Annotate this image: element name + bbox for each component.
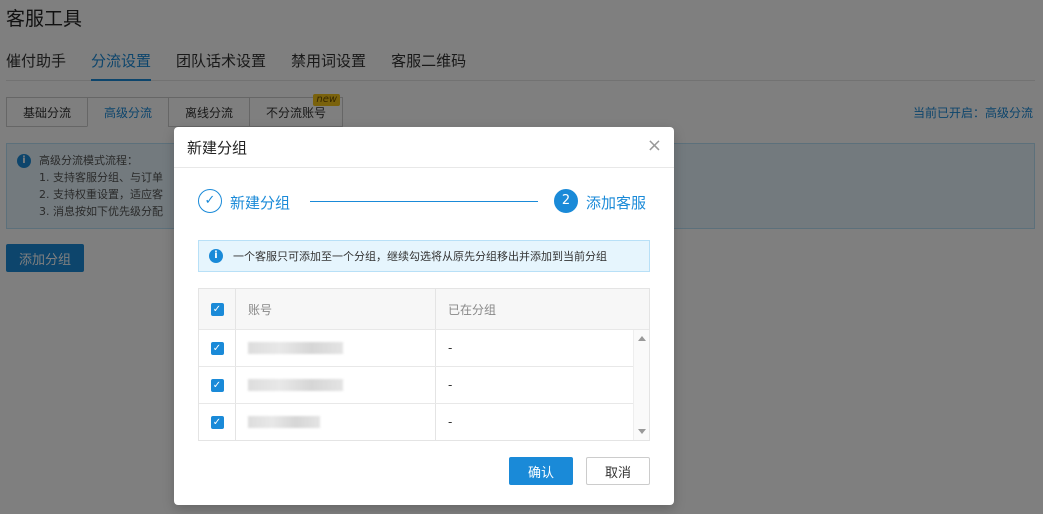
group-cell: - — [448, 341, 453, 355]
group-cell: - — [448, 378, 453, 392]
confirm-button[interactable]: 确认 — [509, 457, 573, 485]
check-icon: ✓ — [198, 189, 222, 213]
account-cell — [236, 367, 436, 403]
account-table: ✓ 账号 已在分组 ✓ - ✓ - ✓ - — [198, 288, 650, 441]
table-row: ✓ - — [199, 330, 649, 367]
steps: ✓ 新建分组 2 添加客服 — [198, 188, 650, 216]
step-1-label: 新建分组 — [230, 194, 291, 212]
redacted-account — [248, 416, 320, 428]
new-group-dialog: 新建分组 × ✓ 新建分组 2 添加客服 i 一个客服只可添加至一个分组，继续勾… — [174, 127, 674, 505]
group-cell: - — [448, 415, 453, 429]
table-row: ✓ - — [199, 367, 649, 404]
column-group: 已在分组 — [448, 302, 497, 317]
table-row: ✓ - — [199, 404, 649, 440]
table-scrollbar[interactable] — [633, 330, 649, 440]
notice-banner: i 一个客服只可添加至一个分组，继续勾选将从原先分组移出并添加到当前分组 — [198, 240, 650, 272]
redacted-account — [248, 342, 343, 354]
column-account: 账号 — [236, 289, 436, 329]
dialog-title: 新建分组 — [187, 139, 248, 157]
scroll-down-icon[interactable] — [638, 429, 646, 434]
account-cell — [236, 404, 436, 440]
close-icon[interactable]: × — [647, 136, 662, 156]
account-cell — [236, 330, 436, 366]
redacted-account — [248, 379, 343, 391]
row-checkbox[interactable]: ✓ — [210, 341, 224, 355]
cancel-button[interactable]: 取消 — [586, 457, 650, 485]
dialog-header: 新建分组 × — [174, 127, 674, 168]
row-checkbox[interactable]: ✓ — [210, 378, 224, 392]
row-check-cell: ✓ — [199, 367, 236, 403]
step-connector — [310, 201, 538, 202]
row-checkbox[interactable]: ✓ — [210, 415, 224, 429]
table-header: ✓ 账号 已在分组 — [199, 289, 649, 330]
select-all-checkbox[interactable]: ✓ — [210, 302, 224, 316]
step-2-label: 添加客服 — [586, 194, 647, 212]
select-all-cell: ✓ — [199, 289, 236, 329]
row-check-cell: ✓ — [199, 330, 236, 366]
row-check-cell: ✓ — [199, 404, 236, 440]
step-2-number: 2 — [554, 189, 578, 213]
notice-text: 一个客服只可添加至一个分组，继续勾选将从原先分组移出并添加到当前分组 — [233, 250, 607, 263]
info-icon: i — [209, 249, 223, 263]
scroll-up-icon[interactable] — [638, 336, 646, 341]
